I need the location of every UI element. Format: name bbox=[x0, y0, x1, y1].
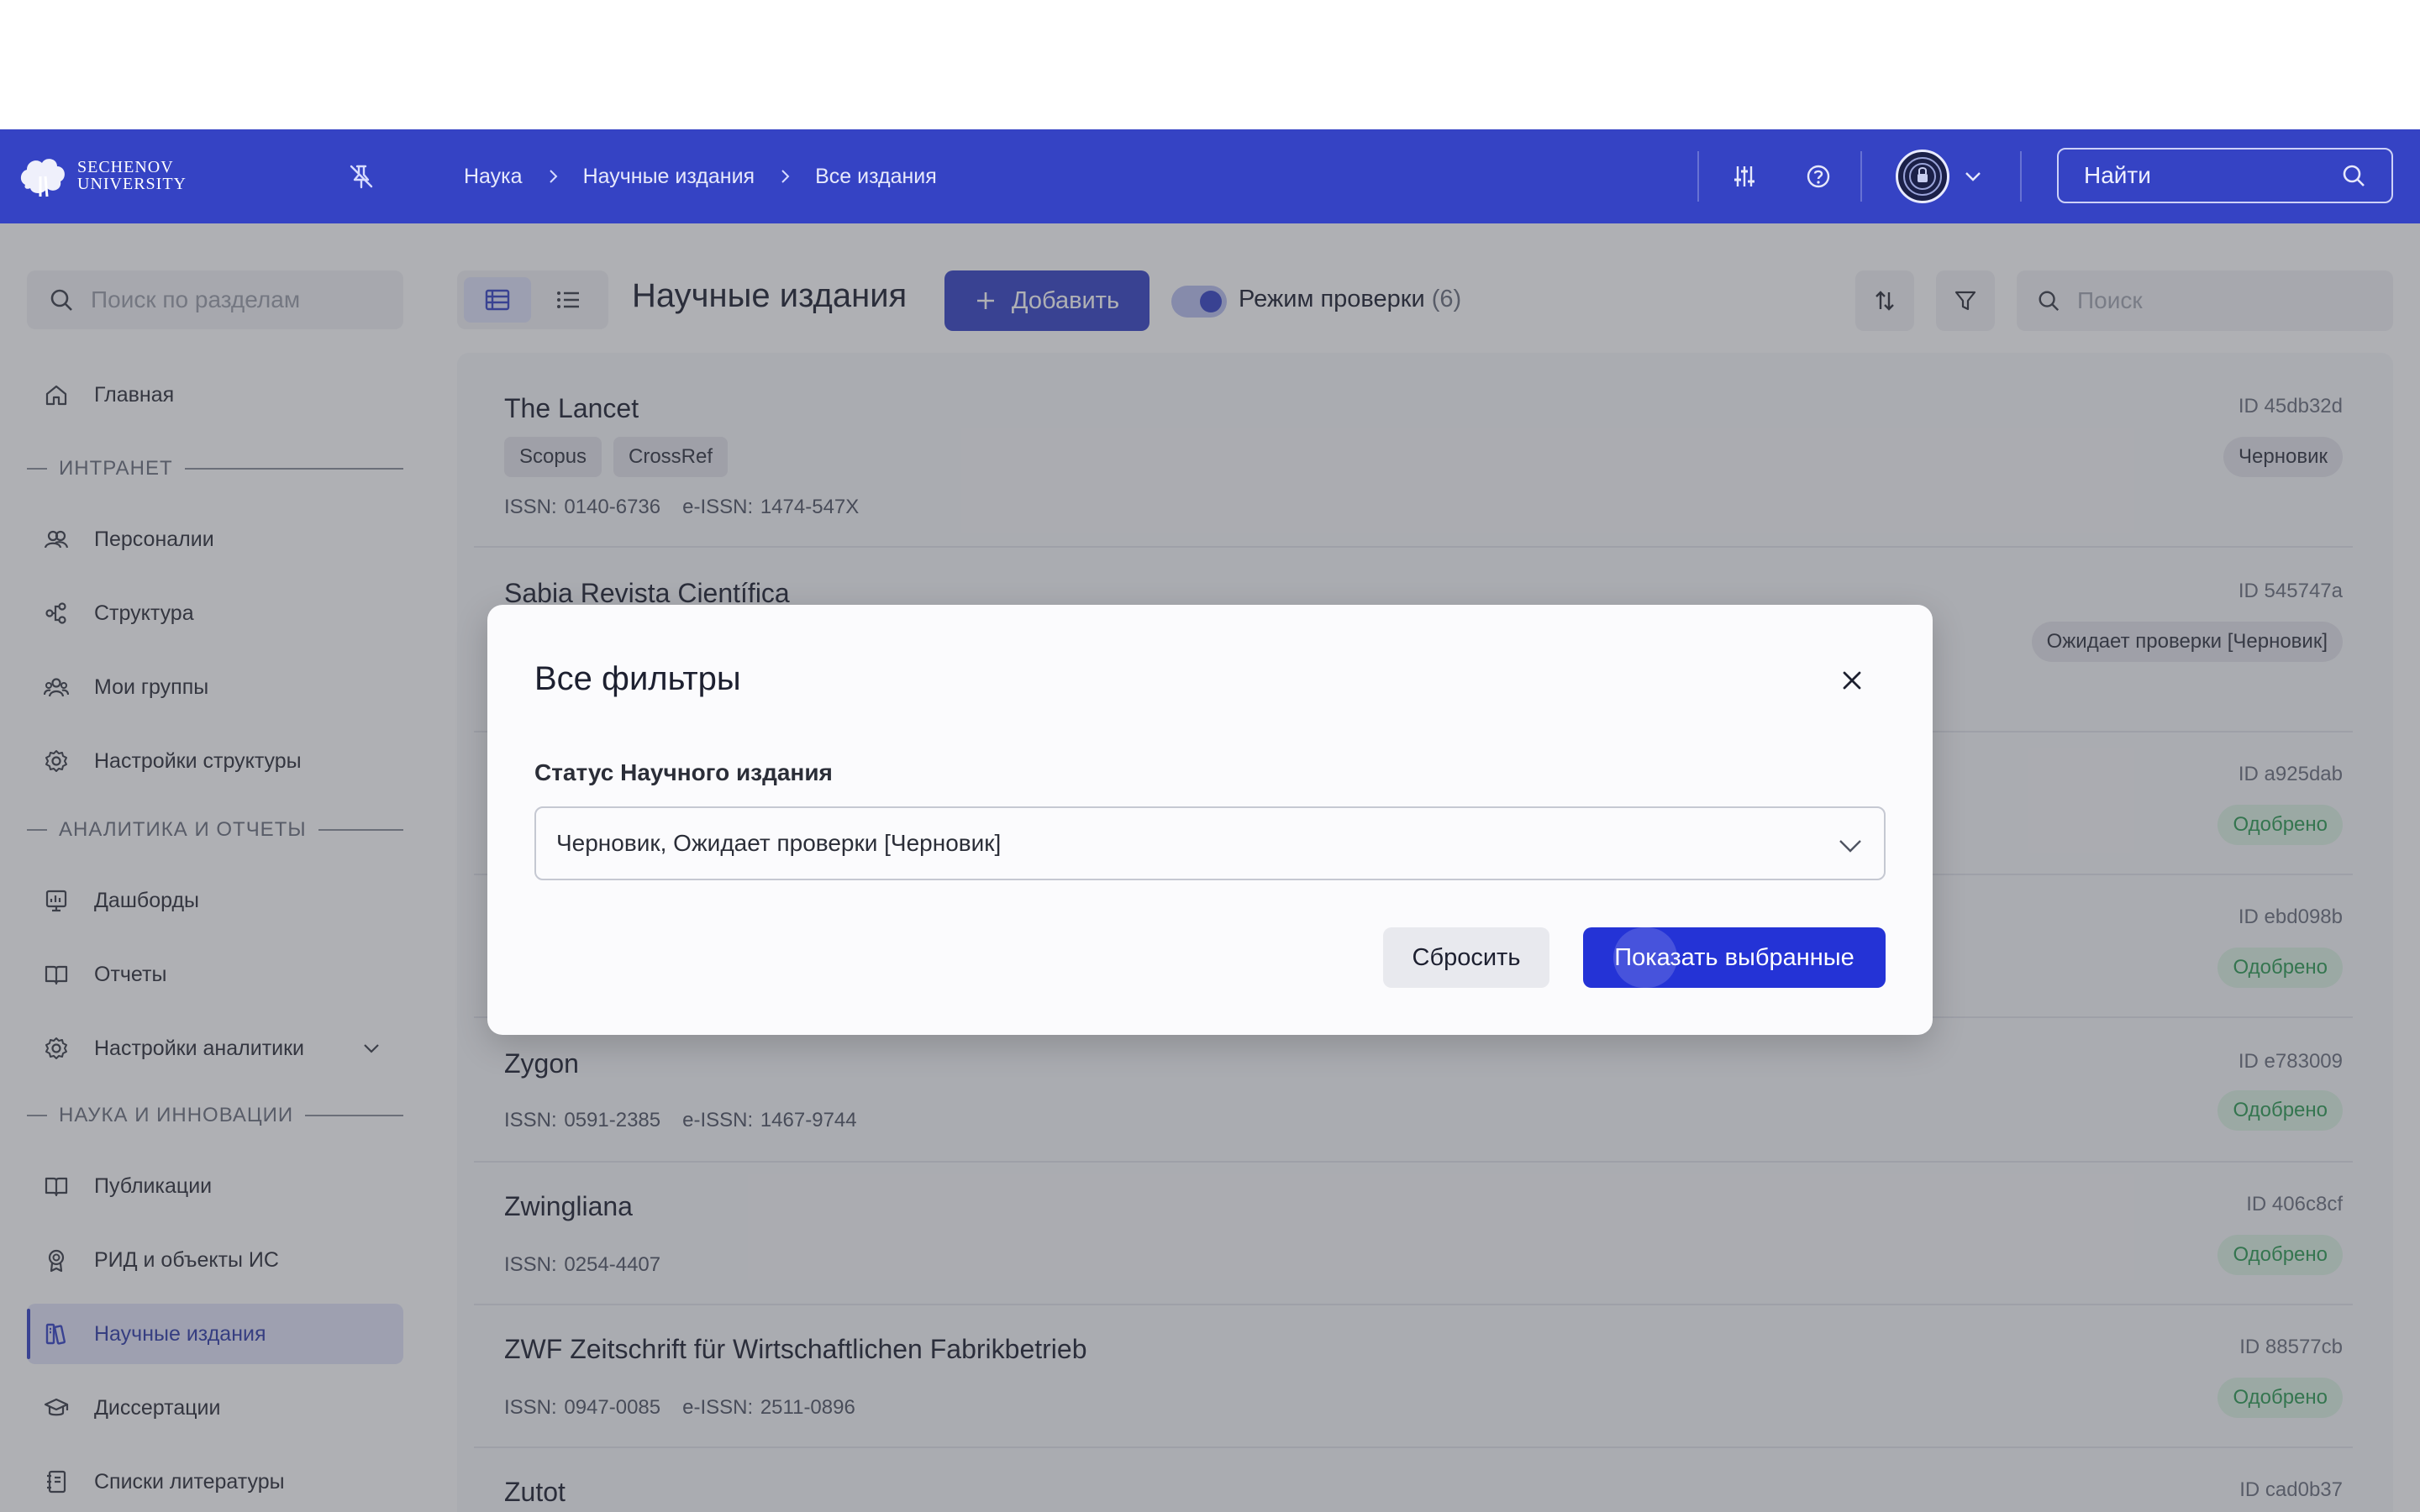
app-header: Sechenov University Наука Научные издани… bbox=[0, 129, 2420, 223]
status-select-value: Черновик, Ожидает проверки [Черновик] bbox=[556, 830, 1002, 856]
chevron-down-icon bbox=[1839, 840, 1861, 853]
status-field-label: Статус Научного издания bbox=[534, 759, 833, 785]
reset-button[interactable]: Сбросить bbox=[1383, 927, 1549, 988]
top-blank-area bbox=[0, 0, 2420, 129]
logo[interactable]: Sechenov University bbox=[17, 151, 187, 200]
chevron-down-icon[interactable] bbox=[1963, 166, 1983, 186]
unpin-sidebar-icon[interactable] bbox=[345, 160, 378, 193]
status-select[interactable]: Черновик, Ожидает проверки [Черновик] bbox=[534, 806, 1886, 880]
logo-line2: University bbox=[77, 175, 187, 193]
search-icon bbox=[2343, 165, 2365, 186]
global-search-input[interactable]: Найти bbox=[2057, 148, 2393, 203]
global-search-placeholder: Найти bbox=[2084, 162, 2151, 188]
header-divider bbox=[1860, 151, 1862, 202]
show-selected-label: Показать выбранные bbox=[1614, 943, 1854, 971]
settings-sliders-icon[interactable] bbox=[1724, 156, 1765, 197]
logo-line1: Sechenov bbox=[77, 158, 174, 176]
chevron-right-icon bbox=[549, 170, 557, 183]
header-divider bbox=[2020, 151, 2022, 202]
close-icon[interactable] bbox=[1835, 664, 1869, 697]
breadcrumb-item-science[interactable]: Наука bbox=[464, 165, 523, 189]
chevron-right-icon bbox=[781, 170, 790, 183]
breadcrumb-item-journals[interactable]: Научные издания bbox=[583, 165, 755, 189]
avatar[interactable] bbox=[1896, 150, 1949, 203]
help-icon[interactable] bbox=[1798, 156, 1839, 197]
filters-modal: Все фильтры Статус Научного издания Черн… bbox=[487, 605, 1933, 1035]
show-selected-button[interactable]: Показать выбранные bbox=[1583, 927, 1886, 988]
modal-title: Все фильтры bbox=[534, 660, 741, 697]
breadcrumb: Наука Научные издания Все издания bbox=[464, 129, 937, 223]
breadcrumb-item-all: Все издания bbox=[815, 164, 937, 188]
header-divider bbox=[1697, 151, 1699, 202]
sechenov-logo-icon bbox=[20, 159, 65, 197]
